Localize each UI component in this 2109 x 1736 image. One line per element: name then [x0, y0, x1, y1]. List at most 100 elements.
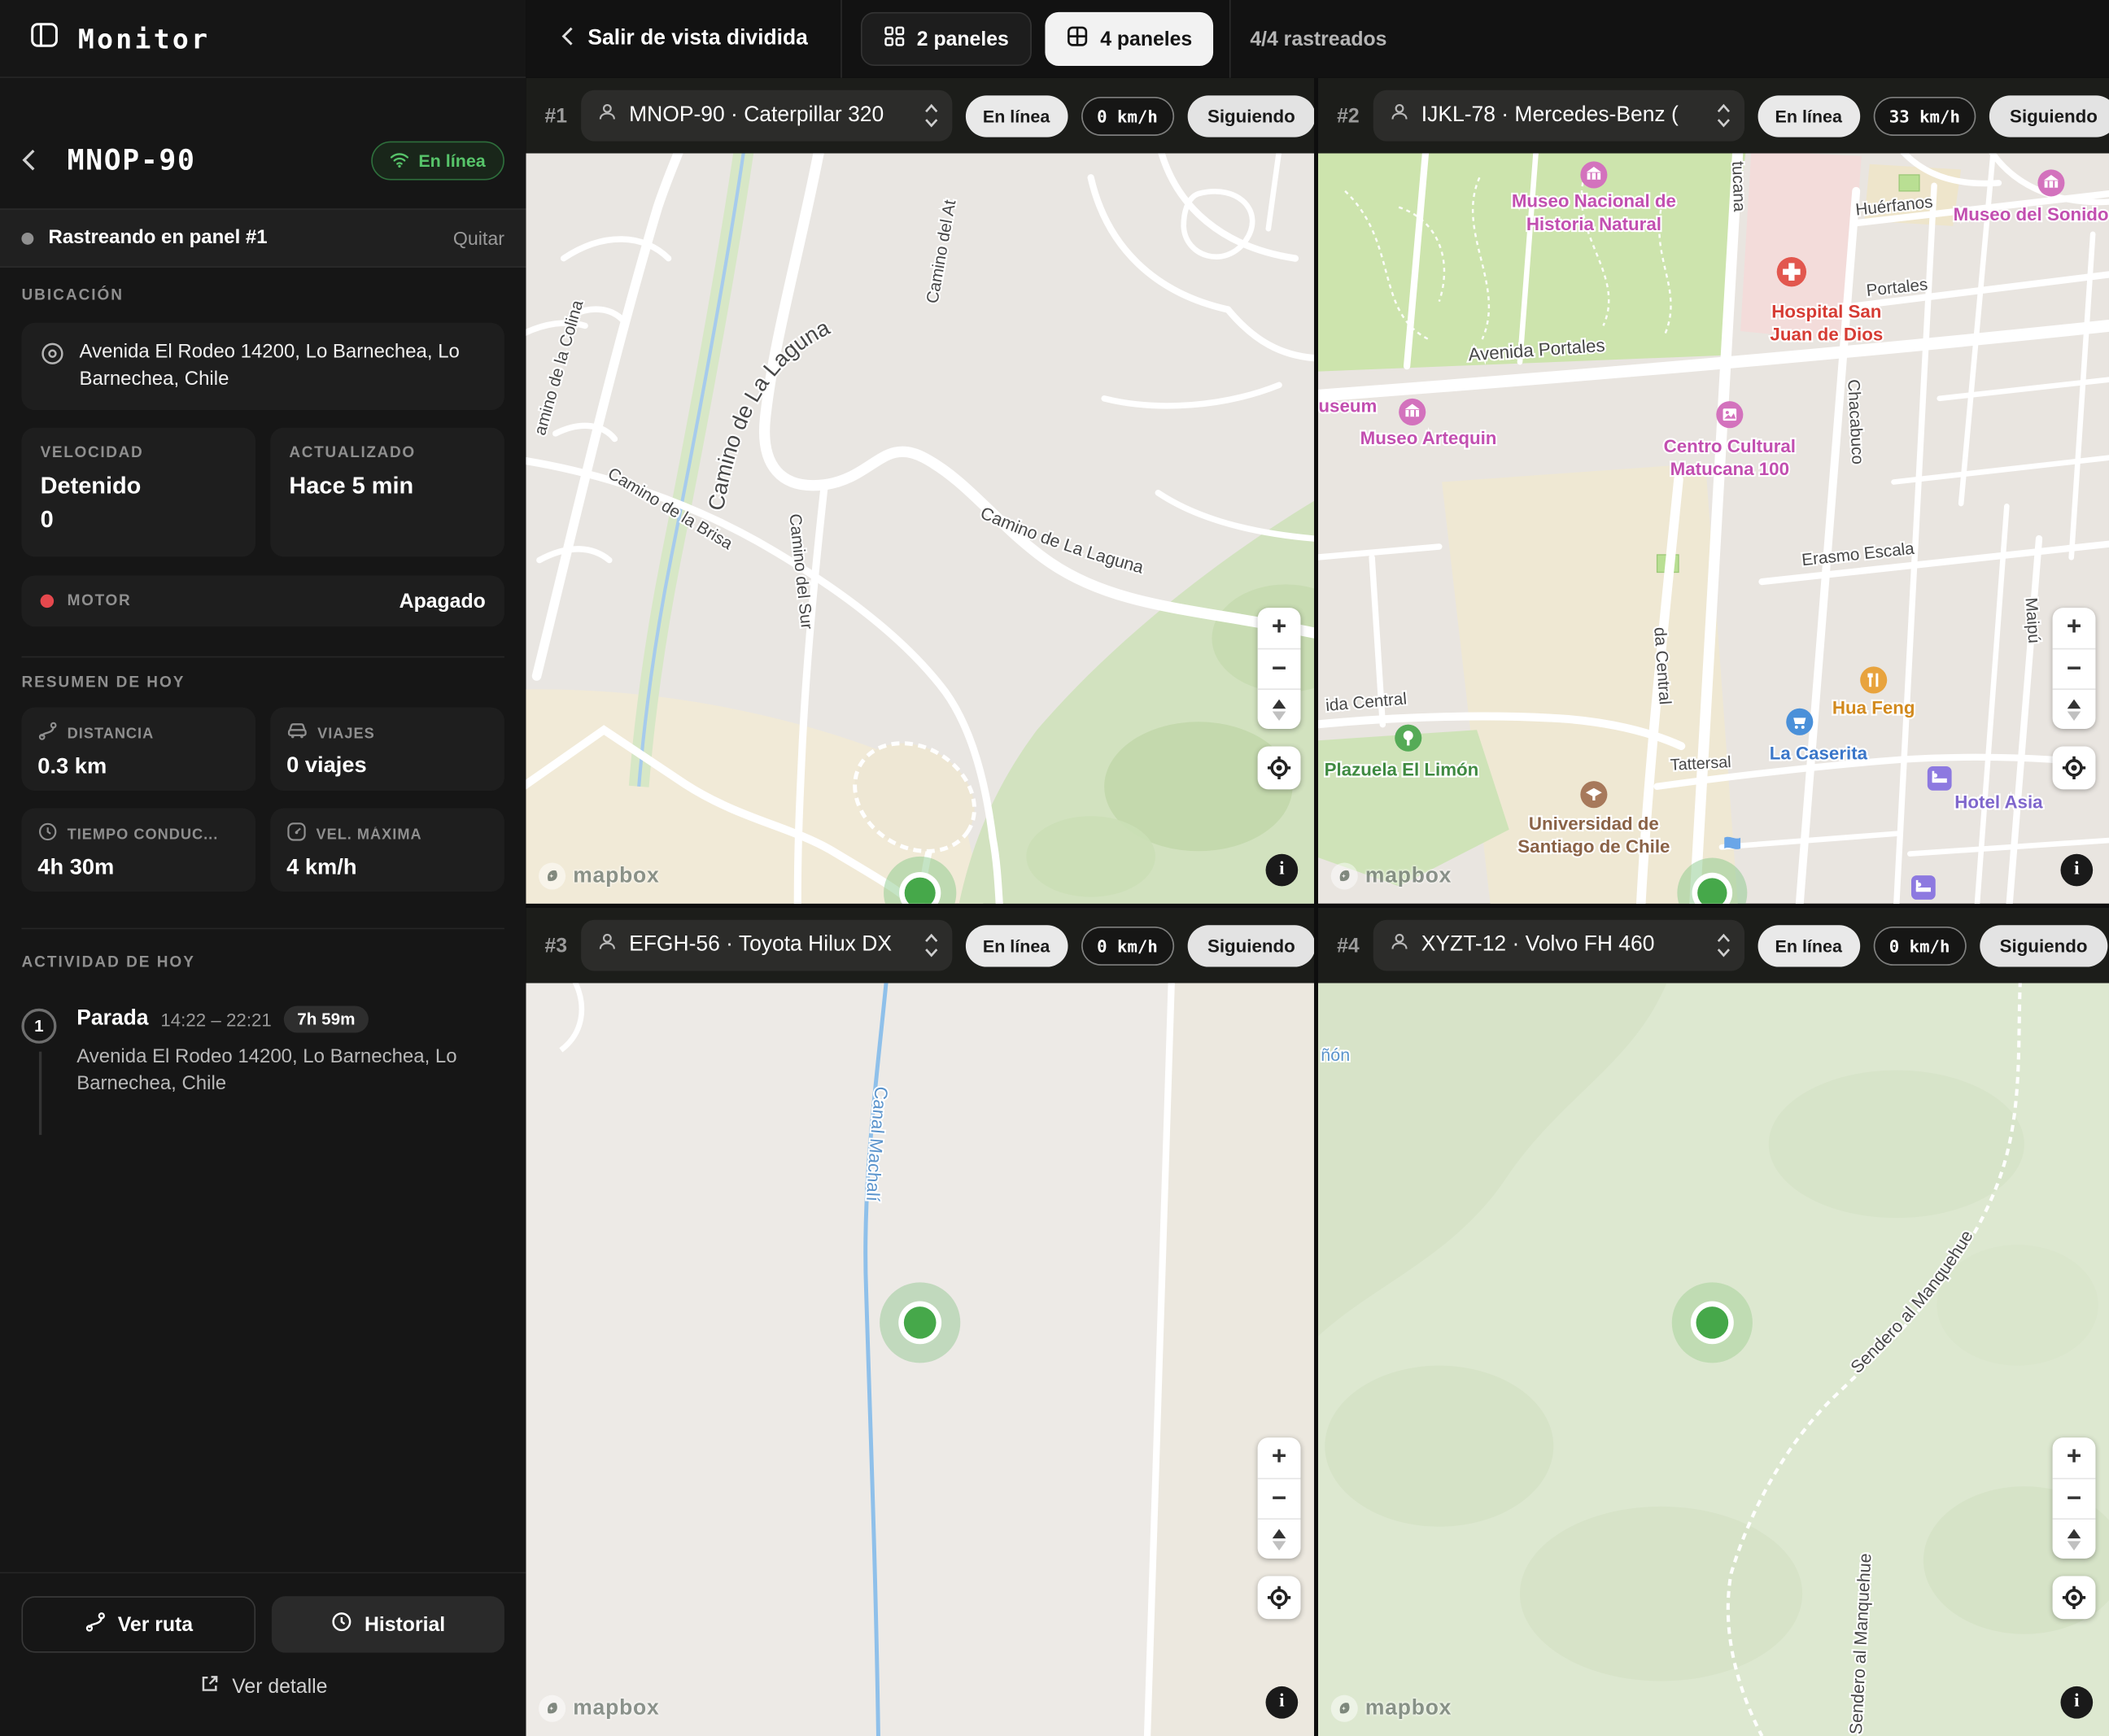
pitch-toggle-button[interactable] [1257, 688, 1301, 729]
app-title: Monitor [77, 22, 211, 55]
gauge-icon [286, 822, 307, 848]
motor-status-dot [40, 594, 55, 608]
poi-label: Museo Artequin [1360, 428, 1497, 448]
exit-split-view-button[interactable]: Salir de vista dividida [561, 25, 808, 54]
speed-state: Detenido [40, 472, 142, 499]
map-canvas[interactable]: Sendero al Manquehue Sendero al Manquehu… [1317, 983, 2109, 1736]
sidebar: Monitor MNOP-90 En línea Rastreando en p… [0, 0, 527, 1736]
divider [21, 927, 504, 930]
status-badge: En línea [965, 94, 1068, 137]
pitch-toggle-button[interactable] [2052, 1518, 2096, 1559]
following-toggle[interactable]: Siguiendo [1979, 924, 2108, 966]
map-panel-3: #3 EFGH-56 · Toyota Hilux DX En línea 0 … [526, 907, 1315, 1736]
vehicle-selector[interactable]: MNOP-90 · Caterpillar 320 [580, 89, 952, 142]
info-button[interactable]: i [1265, 1686, 1299, 1719]
hotel-icon [1910, 875, 1936, 900]
speed-badge: 0 km/h [1872, 926, 1967, 966]
view-route-button[interactable]: Ver ruta [21, 1596, 256, 1653]
museum-icon [1580, 161, 1608, 189]
tracking-text: Rastreando en panel #1 [48, 227, 268, 249]
status-badge: En línea [1758, 94, 1860, 137]
vehicle-name: IJKL-78 · Mercedes-Benz ( [1421, 103, 1679, 127]
poi-label: Centro Cultural [1664, 436, 1796, 456]
locate-button[interactable] [1257, 746, 1301, 790]
vehicle-selector[interactable]: EFGH-56 · Toyota Hilux DX [580, 919, 952, 971]
info-button[interactable]: i [2060, 1686, 2094, 1719]
zoom-out-button[interactable]: − [2052, 648, 2096, 689]
poi-label: Matucana 100 [1670, 459, 1789, 479]
locate-button[interactable] [2052, 746, 2096, 790]
zoom-in-button[interactable]: + [2053, 1437, 2096, 1478]
map-canvas[interactable]: Camino de La Laguna Camino de La Laguna … [526, 153, 1315, 904]
remove-tracking-button[interactable]: Quitar [453, 227, 504, 248]
street-label: Tattersal [1670, 753, 1731, 774]
clock-icon [37, 822, 58, 848]
street-label: Maipú [2022, 597, 2044, 644]
zoom-controls: + − [1257, 1437, 1301, 1559]
map-panel-4: #4 XYZT-12 · Volvo FH 460 En línea 0 km/… [1317, 907, 2109, 1736]
zoom-out-button[interactable]: − [2052, 1477, 2096, 1519]
tracking-banner: Rastreando en panel #1 Quitar [0, 208, 526, 268]
activity-item: 1 Parada 14:22 – 22:21 7h 59m Avenida El… [21, 1005, 505, 1136]
person-icon [1389, 103, 1409, 129]
two-panels-button[interactable]: 2 paneles [860, 11, 1032, 66]
external-link-icon [199, 1673, 220, 1699]
following-toggle[interactable]: Siguiendo [1187, 94, 1315, 137]
history-button[interactable]: Historial [271, 1596, 504, 1653]
following-toggle[interactable]: Siguiendo [1989, 94, 2109, 137]
map-grid: #1 MNOP-90 · Caterpillar 320 En línea 0 … [526, 77, 2109, 1736]
view-detail-link[interactable]: Ver detalle [0, 1673, 526, 1699]
info-button[interactable]: i [2060, 853, 2094, 887]
zoom-controls: + − [1257, 608, 1301, 729]
mapbox-logo[interactable]: mapbox [538, 862, 659, 891]
info-button[interactable]: i [1265, 853, 1299, 887]
locate-button[interactable] [2052, 1576, 2096, 1620]
terrain-label: ñón [1321, 1045, 1350, 1065]
chevron-updown-icon [1714, 101, 1731, 137]
motor-label: MOTOR [67, 592, 132, 609]
following-toggle[interactable]: Siguiendo [1187, 924, 1315, 966]
zoom-in-button[interactable]: + [1258, 1437, 1301, 1478]
poi-label: useum [1318, 395, 1377, 416]
tracking-dot [21, 232, 34, 245]
mapbox-logo[interactable]: mapbox [1330, 1695, 1452, 1723]
motor-card: MOTOR Apagado [21, 575, 504, 627]
restaurant-icon [1860, 666, 1888, 694]
zoom-out-button[interactable]: − [1257, 1477, 1301, 1519]
divider [21, 656, 504, 658]
locate-button[interactable] [1257, 1576, 1301, 1620]
back-icon[interactable] [21, 148, 50, 172]
route-icon [37, 721, 58, 748]
university-icon [1580, 781, 1608, 809]
timeline-line [38, 1051, 42, 1136]
panel-3-header: #3 EFGH-56 · Toyota Hilux DX En línea 0 … [526, 907, 1315, 984]
poi-label: Universidad de [1529, 813, 1659, 834]
pitch-toggle-button[interactable] [1257, 1518, 1301, 1559]
poi-label: Plazuela El Limón [1325, 760, 1479, 780]
grid-2-icon [883, 25, 904, 52]
vehicle-selector[interactable]: XYZT-12 · Volvo FH 460 [1373, 919, 1744, 971]
mapbox-logo[interactable]: mapbox [538, 1695, 659, 1723]
sidebar-header: Monitor [0, 0, 526, 78]
vehicle-selector[interactable]: IJKL-78 · Mercedes-Benz ( [1373, 89, 1744, 142]
poi-label: Santiago de Chile [1517, 836, 1670, 857]
zoom-in-button[interactable]: + [2053, 608, 2096, 648]
speed-card: VELOCIDAD Detenido 0 [21, 427, 256, 557]
four-panels-button[interactable]: 4 paneles [1045, 11, 1214, 66]
zoom-in-button[interactable]: + [1258, 608, 1301, 648]
zoom-controls: + − [2052, 608, 2096, 729]
poi-label: Hotel Asia [1954, 792, 2043, 812]
zoom-out-button[interactable]: − [1257, 648, 1301, 689]
speed-badge: 0 km/h [1081, 96, 1174, 136]
panel-4-header: #4 XYZT-12 · Volvo FH 460 En línea 0 km/… [1317, 907, 2109, 984]
mapbox-logo[interactable]: mapbox [1330, 862, 1452, 891]
museum-icon [1399, 398, 1426, 425]
speed-label: VELOCIDAD [40, 445, 144, 461]
activity-section-label: ACTIVIDAD DE HOY [21, 954, 195, 971]
pitch-toggle-button[interactable] [2052, 688, 2096, 729]
map-canvas[interactable]: Canal Machalí + − i mapbox [526, 983, 1315, 1736]
status-badge: En línea [965, 924, 1068, 966]
tree-icon [1395, 724, 1422, 752]
map-canvas[interactable]: Huérfanos Portales Avenida Portales Eras… [1317, 153, 2109, 904]
divider [840, 0, 842, 78]
